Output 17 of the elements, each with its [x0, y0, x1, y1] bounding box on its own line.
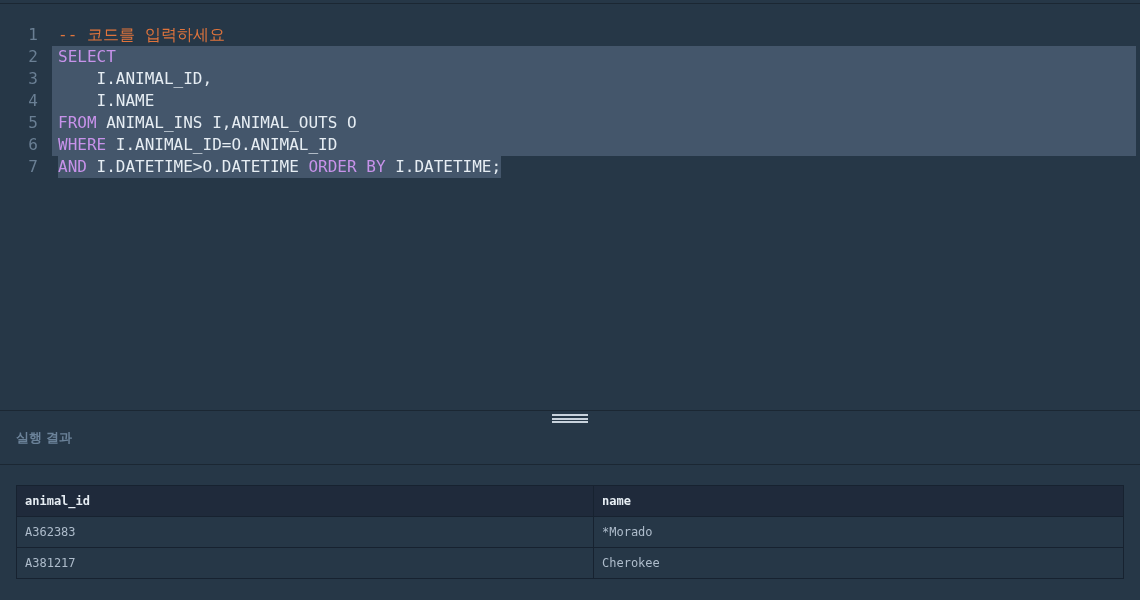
results-title: 실행 결과	[16, 428, 72, 447]
resize-handle-icon[interactable]	[552, 414, 588, 423]
code-editor[interactable]: 1 -- 코드를 입력하세요 2 SELECT 3 I.ANIMAL_ID, 4 I.NAME 5 FROM ANIMAL_INS I,ANIMAL_OUTS O 6 WHERE I.ANIMAL_ID=O.ANIMAL_ID 7 AND I.DATETIME>O.DATETIME ORDER BY I.DATETIME;	[0, 4, 1140, 410]
table-cell: A362383	[16, 516, 594, 548]
line-number: 5	[27, 112, 39, 134]
line-number: 7	[27, 156, 39, 178]
line-number: 6	[27, 134, 39, 156]
column-header: animal_id	[16, 485, 594, 517]
column-header: name	[593, 485, 1124, 517]
table-cell: Cherokee	[593, 547, 1124, 579]
table-cell: A381217	[16, 547, 594, 579]
table-cell: *Morado	[593, 516, 1124, 548]
code-line: -- 코드를 입력하세요	[58, 24, 225, 46]
line-number: 1	[27, 24, 39, 46]
line-number: 3	[27, 68, 39, 90]
line-number: 4	[27, 90, 39, 112]
line-number: 2	[27, 46, 39, 68]
